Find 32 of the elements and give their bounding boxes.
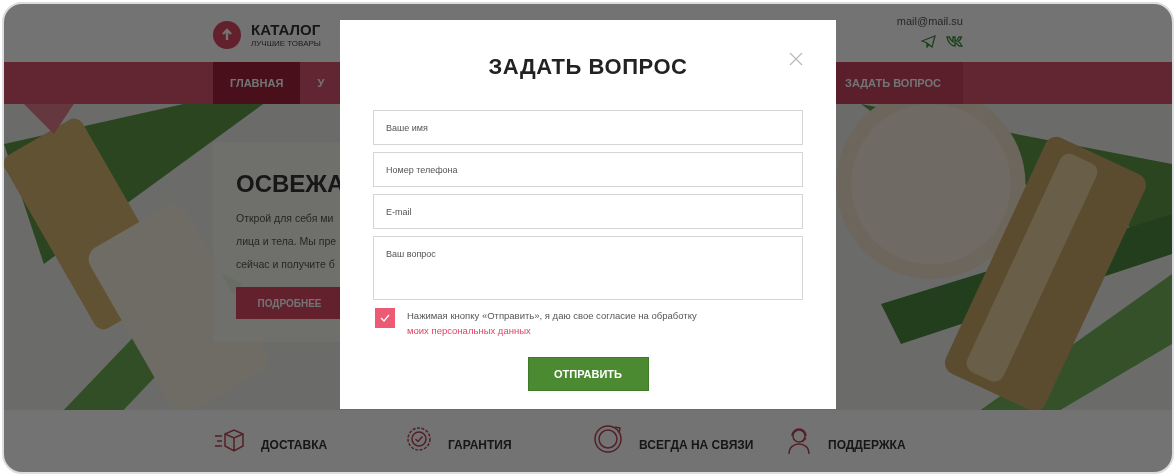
feature-label: ПОДДЕРЖКА — [828, 437, 906, 454]
feature-label: ГАРАНТИЯ — [448, 437, 512, 454]
question-field[interactable]: Ваш вопрос — [373, 236, 803, 300]
submit-button[interactable]: ОТПРАВИТЬ — [527, 357, 649, 391]
consent-text: Нажимая кнопку «Отправить», я даю свое согласие на обработку моих персональных данных — [407, 309, 698, 338]
hero-text: Открой для себя ми — [236, 211, 335, 226]
logo-subtitle: ЛУЧШИЕ ТОВАРЫ — [251, 39, 321, 48]
input-field[interactable]: Номер телефона — [373, 152, 803, 187]
feature-label: ДОСТАВКА — [261, 437, 328, 454]
personal-data-link[interactable]: моих персональных данных — [407, 325, 531, 336]
nav-item[interactable]: ГЛАВНАЯ — [213, 62, 301, 104]
headset-person-icon — [786, 426, 812, 454]
hero-text: лица и тела. Мы пре — [236, 234, 337, 249]
consent-checkbox[interactable] — [375, 308, 395, 328]
vk-icon[interactable] — [946, 36, 963, 47]
badge-check-icon — [406, 426, 432, 454]
more-button[interactable]: ПОДРОБНЕЕ — [236, 287, 343, 319]
clock-circle-icon — [593, 424, 623, 454]
up-arrow-logo-icon — [213, 20, 241, 49]
nav-item[interactable]: У — [300, 62, 342, 104]
check-icon — [380, 314, 390, 322]
box-icon — [213, 428, 245, 454]
feature-label: ВСЕГДА НА СВЯЗИ — [639, 437, 754, 454]
input-field[interactable]: Ваше имя — [373, 110, 803, 145]
hero-text: сейчас и получите б — [236, 257, 336, 272]
input-field[interactable]: E-mail — [373, 194, 803, 229]
hero-title: ОСВЕЖА — [236, 169, 345, 199]
logo-title: КАТАЛОГ — [251, 21, 321, 37]
email-link[interactable]: mail@mail.su — [896, 12, 963, 29]
close-icon[interactable] — [789, 52, 803, 66]
modal-title: ЗАДАТЬ ВОПРОС — [488, 53, 688, 81]
paper-plane-icon[interactable] — [921, 35, 936, 48]
